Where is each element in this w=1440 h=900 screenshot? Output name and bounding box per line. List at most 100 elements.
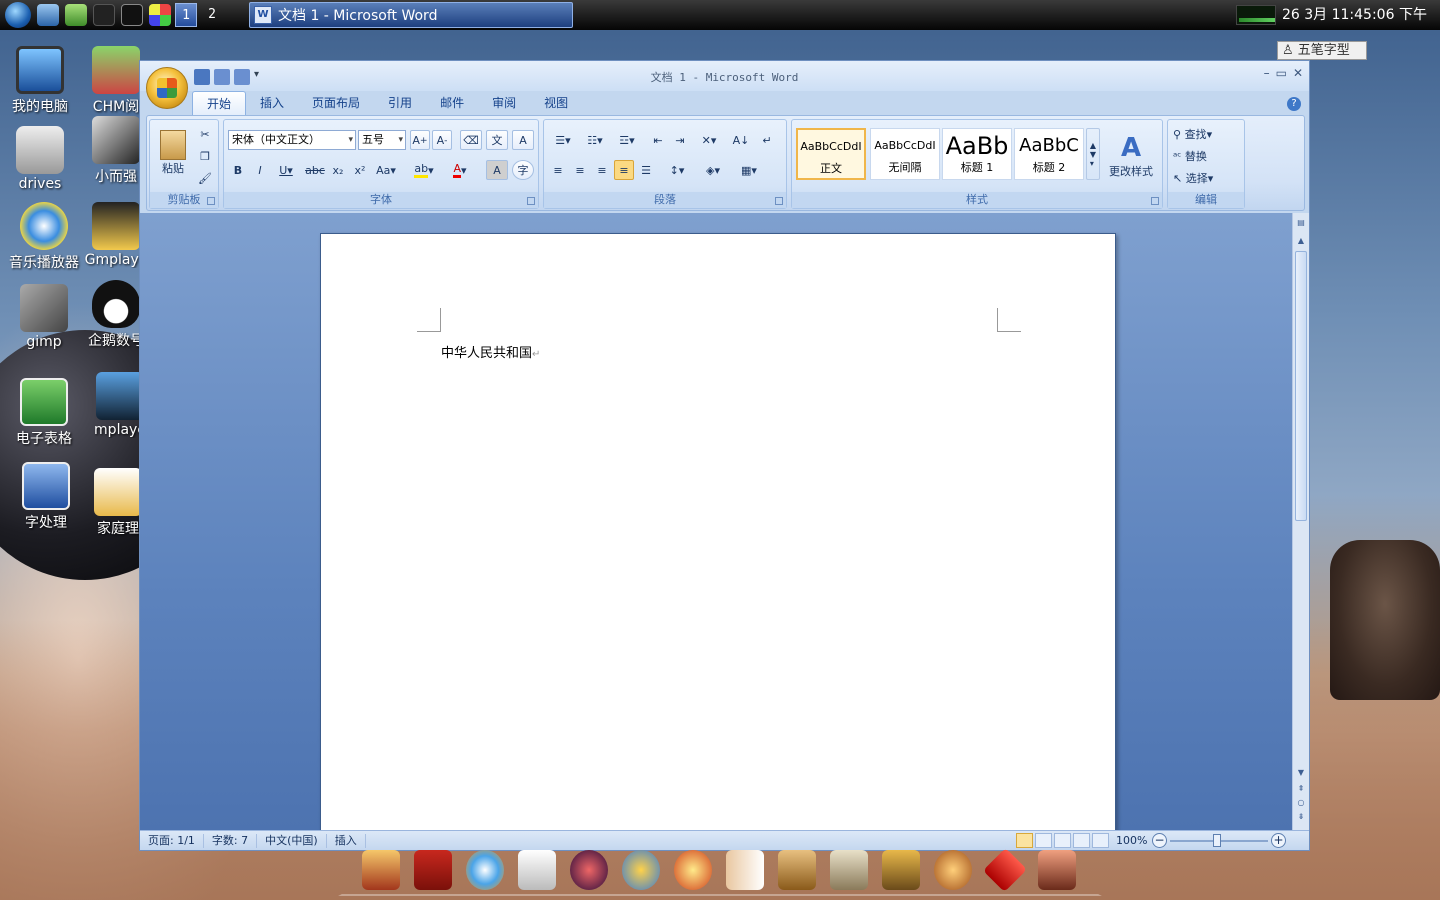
fire-ball-icon[interactable]	[674, 850, 712, 890]
penguin-icon[interactable]	[93, 4, 115, 26]
styles-gallery-scroll[interactable]: ▲ ▼ ▾	[1086, 128, 1100, 180]
help-icon[interactable]: ?	[1287, 97, 1301, 111]
red-book-icon[interactable]	[414, 850, 452, 890]
download-icon[interactable]	[65, 4, 87, 26]
zoom-slider-thumb[interactable]	[1213, 834, 1221, 847]
next-page-icon[interactable]: ⇟	[1295, 811, 1307, 823]
multilevel-list-icon[interactable]: ☲▾	[612, 130, 642, 150]
tab-mailings[interactable]: 邮件	[426, 91, 478, 115]
zoom-level[interactable]: 100%	[1116, 834, 1147, 847]
vertical-scrollbar[interactable]: ▤ ▲ ▼ ⇞ ○ ⇟	[1292, 213, 1309, 830]
office-button[interactable]	[146, 67, 188, 109]
document-text[interactable]: 中华人民共和国↵	[441, 342, 540, 361]
bowl-icon[interactable]	[934, 850, 972, 890]
bold-icon[interactable]: B	[228, 160, 248, 180]
ruler-toggle-icon[interactable]: ▤	[1295, 217, 1307, 229]
styles-launcher[interactable]	[1151, 197, 1159, 205]
save-icon[interactable]	[194, 69, 210, 85]
enclose-char-icon[interactable]: 字	[512, 160, 534, 180]
clear-format-icon[interactable]: ⌫	[460, 130, 482, 150]
maximize-icon[interactable]: ▭	[1276, 66, 1287, 80]
customize-qat-icon[interactable]: ▾	[254, 69, 270, 85]
tab-references[interactable]: 引用	[374, 91, 426, 115]
scroll-up-icon[interactable]: ▲	[1295, 235, 1307, 247]
web-layout-icon[interactable]	[1054, 833, 1071, 848]
paragraph-launcher[interactable]	[775, 197, 783, 205]
terminal-icon[interactable]	[121, 4, 143, 26]
print-layout-icon[interactable]	[1016, 833, 1033, 848]
superscript-icon[interactable]: x²	[350, 160, 370, 180]
strikethrough-icon[interactable]: abc	[304, 160, 326, 180]
status-language[interactable]: 中文(中国)	[257, 833, 327, 848]
distribute-icon[interactable]: ☰	[636, 160, 656, 180]
undo-icon[interactable]	[214, 69, 230, 85]
phonetic-guide-icon[interactable]: 文	[486, 130, 508, 150]
grow-font-icon[interactable]: A +	[410, 130, 430, 150]
browse-object-icon[interactable]: ○	[1295, 797, 1307, 809]
painting-icon[interactable]	[830, 850, 868, 890]
desktop-icon-word-processor[interactable]: 字处理	[6, 462, 86, 532]
treasure-chest-icon[interactable]	[882, 850, 920, 890]
pinwheel-icon[interactable]	[149, 4, 171, 26]
highlight-icon[interactable]: ab ▾	[408, 160, 440, 180]
taskbar-word-window[interactable]: W 文档 1 - Microsoft Word	[249, 2, 573, 28]
char-border-icon[interactable]: A	[512, 130, 534, 150]
start-menu-button[interactable]	[5, 2, 31, 28]
tab-home[interactable]: 开始	[192, 91, 247, 115]
teapot-icon[interactable]	[1038, 850, 1076, 890]
chinese-layout-icon[interactable]: ✕▾	[694, 130, 724, 150]
subscript-icon[interactable]: x₂	[328, 160, 348, 180]
line-spacing-icon[interactable]: ↕▾	[662, 160, 692, 180]
align-center-icon[interactable]: ≡	[570, 160, 590, 180]
scroll-down-icon[interactable]: ▼	[1295, 767, 1307, 779]
select-button[interactable]: ↖ 选择 ▾	[1172, 168, 1238, 188]
numbering-icon[interactable]: ☷▾	[580, 130, 610, 150]
desktop-icon-spreadsheet[interactable]: 电子表格	[4, 378, 84, 448]
font-launcher[interactable]	[527, 197, 535, 205]
clipboard-launcher[interactable]	[207, 197, 215, 205]
align-right-icon[interactable]: ≡	[592, 160, 612, 180]
style-heading-1[interactable]: AaBb 标题 1	[942, 128, 1012, 180]
abacus-icon[interactable]	[778, 850, 816, 890]
palace-icon[interactable]	[362, 850, 400, 890]
font-size-select[interactable]: 五号	[358, 130, 406, 150]
borders-icon[interactable]: ▦▾	[732, 160, 766, 180]
find-button[interactable]: ⚲ 查找 ▾	[1172, 124, 1238, 144]
desktop-icon-my-computer[interactable]: 我的电脑	[0, 46, 80, 116]
tab-review[interactable]: 审阅	[478, 91, 530, 115]
document-page[interactable]: 中华人民共和国↵	[320, 233, 1116, 833]
full-screen-reading-icon[interactable]	[1035, 833, 1052, 848]
copy-icon[interactable]: ❐	[196, 146, 214, 166]
close-icon[interactable]: ✕	[1293, 66, 1303, 80]
prev-page-icon[interactable]: ⇞	[1295, 783, 1307, 795]
status-insert-mode[interactable]: 插入	[327, 833, 366, 848]
align-left-icon[interactable]: ≡	[548, 160, 568, 180]
replace-button[interactable]: ᵃᶜ 替换	[1172, 146, 1238, 166]
zoom-out-icon[interactable]: −	[1152, 833, 1167, 848]
change-case-icon[interactable]: Aa▾	[372, 160, 400, 180]
redo-icon[interactable]	[234, 69, 250, 85]
workspace-1[interactable]: 1	[175, 3, 197, 27]
globe-icon[interactable]	[466, 850, 504, 890]
workspace-2[interactable]: 2	[201, 3, 223, 27]
format-painter-icon[interactable]: 🖌	[196, 168, 214, 188]
tab-page-layout[interactable]: 页面布局	[298, 91, 374, 115]
paste-button[interactable]: 粘贴	[154, 124, 192, 182]
status-word-count[interactable]: 字数: 7	[204, 833, 258, 848]
increase-indent-icon[interactable]: ⇥	[670, 130, 690, 150]
cut-icon[interactable]: ✂	[196, 124, 214, 144]
italic-icon[interactable]: I	[250, 160, 270, 180]
media-disc-icon[interactable]	[570, 850, 608, 890]
font-name-select[interactable]: 宋体（中文正文）	[228, 130, 356, 150]
desktop-icon-gimp[interactable]: gimp	[4, 284, 84, 350]
shading-icon[interactable]: ◈▾	[698, 160, 728, 180]
desktop-icon-drives[interactable]: drives	[0, 126, 80, 192]
outline-icon[interactable]	[1073, 833, 1090, 848]
char-shading-icon[interactable]: A	[486, 160, 508, 180]
documents-icon[interactable]	[518, 850, 556, 890]
show-marks-icon[interactable]: ↵	[756, 130, 778, 150]
justify-icon[interactable]: ≡	[614, 160, 634, 180]
desktop-icon-music-player[interactable]: 音乐播放器	[4, 202, 84, 272]
change-styles-button[interactable]: A 更改样式	[1102, 124, 1160, 188]
style-heading-2[interactable]: AaBbC 标题 2	[1014, 128, 1084, 180]
